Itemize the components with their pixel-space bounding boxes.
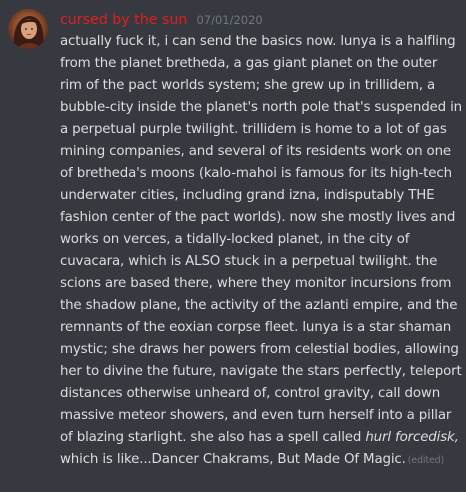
message-text: actually fuck it, i can send the basics … xyxy=(60,34,462,445)
message-text-end: which is like...Dancer Chakrams, But Mad… xyxy=(60,452,406,467)
message-header: cursed by the sun 07/01/2020 xyxy=(60,9,462,29)
spell-name-italic: hurl forcedisk, xyxy=(365,430,459,445)
author-name[interactable]: cursed by the sun xyxy=(60,12,187,28)
user-avatar-icon xyxy=(8,9,48,49)
message-body: actually fuck it, i can send the basics … xyxy=(60,31,462,472)
chat-message: cursed by the sun 07/01/2020 actually fu… xyxy=(0,0,466,492)
message-content: cursed by the sun 07/01/2020 actually fu… xyxy=(60,9,462,472)
edited-label: (edited) xyxy=(407,455,445,466)
message-timestamp: 07/01/2020 xyxy=(196,13,263,27)
avatar[interactable] xyxy=(8,9,48,49)
